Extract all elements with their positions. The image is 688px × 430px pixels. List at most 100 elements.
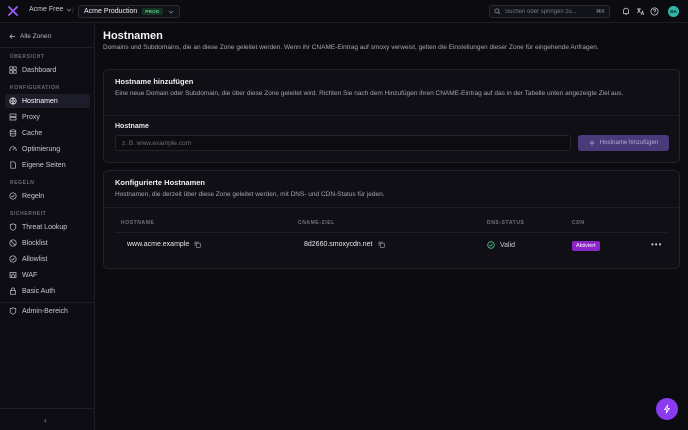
rules-icon <box>9 192 17 200</box>
dns-status-value: Valid <box>500 241 516 249</box>
hostname-input[interactable]: z. B. www.example.com <box>115 135 571 151</box>
sidebar-item-label: Threat Lookup <box>22 223 68 231</box>
arrow-left-icon <box>9 34 15 39</box>
environment-badge: PROD <box>142 8 163 15</box>
sidebar-item-blocklist[interactable]: Blocklist <box>5 236 90 250</box>
hostname-value: www.acme.example <box>127 241 190 248</box>
card-description: Eine neue Domain oder Subdomain, die übe… <box>115 90 624 97</box>
bell-icon[interactable] <box>622 7 630 16</box>
quick-action-button[interactable] <box>656 398 678 420</box>
plus-icon <box>589 140 595 146</box>
logo-icon[interactable] <box>8 6 18 16</box>
collapse-sidebar-button[interactable]: ‹ <box>44 416 47 425</box>
card-title: Konfigurierte Hostnamen <box>115 178 206 187</box>
sidebar-item-label: Cache <box>22 129 43 137</box>
sidebar-item-admin[interactable]: Admin-Bereich <box>5 304 90 318</box>
section-config: KONFIGURATION <box>10 85 60 91</box>
sidebar: Alle Zonen ÜBERSICHT Dashboard KONFIGURA… <box>0 24 95 430</box>
page-subtitle: Domains und Subdomains, die an diese Zon… <box>103 44 599 51</box>
breadcrumb-separator: / <box>72 6 75 15</box>
org-name: Acme Free <box>29 6 64 13</box>
back-to-zones-link[interactable]: Alle Zonen <box>9 33 51 40</box>
sidebar-item-hostnames[interactable]: Hostnamen <box>5 94 90 108</box>
sidebar-divider <box>0 408 95 409</box>
sidebar-item-threat-lookup[interactable]: Threat Lookup <box>5 220 90 234</box>
gauge-icon <box>9 146 17 152</box>
help-icon[interactable] <box>650 7 659 16</box>
copy-icon[interactable] <box>194 241 201 248</box>
sidebar-item-label: Basic Auth <box>22 287 56 295</box>
cdn-cell: Aktiviert <box>572 241 600 251</box>
search-input[interactable]: Suchen oder springen zu... ⌘K <box>489 5 610 18</box>
sidebar-item-label: Proxy <box>22 113 40 121</box>
sidebar-item-dashboard[interactable]: Dashboard <box>5 63 90 77</box>
add-hostname-card: Hostname hinzufügen Eine neue Domain ode… <box>103 69 680 163</box>
card-title: Hostname hinzufügen <box>115 77 194 86</box>
avatar[interactable]: DA <box>668 6 679 17</box>
database-icon <box>9 129 17 137</box>
column-header-hostname[interactable]: HOSTNAME <box>121 220 154 226</box>
chevron-down-icon <box>168 10 173 14</box>
search-icon <box>494 8 501 15</box>
sidebar-divider <box>0 302 95 303</box>
sidebar-item-rules[interactable]: Regeln <box>5 189 90 203</box>
server-icon <box>9 113 17 121</box>
sidebar-item-waf[interactable]: WAF <box>5 268 90 282</box>
zone-switcher[interactable]: Acme Production PROD <box>78 5 180 18</box>
back-label: Alle Zonen <box>20 33 52 40</box>
org-switcher[interactable]: Acme Free <box>29 6 72 13</box>
grid-icon <box>9 66 17 74</box>
lightning-icon <box>664 404 670 414</box>
sidebar-item-pages[interactable]: Eigene Seiten <box>5 158 90 172</box>
section-rules: REGELN <box>10 180 35 186</box>
column-header-cdn[interactable]: CDN <box>572 220 585 226</box>
hostname-cell: www.acme.example <box>127 241 201 248</box>
card-divider <box>104 207 679 208</box>
top-bar: Acme Free / Acme Production PROD Suchen … <box>0 0 688 23</box>
row-actions-more-icon[interactable]: ••• <box>651 240 662 249</box>
hostname-label: Hostname <box>115 123 149 130</box>
sidebar-item-proxy[interactable]: Proxy <box>5 110 90 124</box>
section-security: SICHERHEIT <box>10 211 47 217</box>
check-circle-icon <box>487 241 495 249</box>
sidebar-item-optimization[interactable]: Optimierung <box>5 142 90 156</box>
copy-icon[interactable] <box>378 241 385 248</box>
lock-icon <box>10 287 16 295</box>
shield-icon <box>9 223 17 231</box>
sidebar-item-label: Optimierung <box>22 145 61 153</box>
check-circle-icon <box>9 255 17 263</box>
column-header-cname[interactable]: CNAME-ZIEL <box>298 220 335 226</box>
section-overview: ÜBERSICHT <box>10 54 45 60</box>
cname-cell: 8d2660.smoxycdn.net <box>304 241 385 248</box>
column-header-dns-status[interactable]: DNS-STATUS <box>487 220 524 226</box>
card-description: Hostnamen, die derzeit über diese Zone g… <box>115 191 385 198</box>
sidebar-item-label: WAF <box>22 271 38 279</box>
dns-status-cell: Valid <box>487 241 515 249</box>
file-icon <box>10 161 16 169</box>
sidebar-item-label: Admin-Bereich <box>22 307 68 315</box>
card-divider <box>104 115 679 116</box>
sidebar-item-label: Eigene Seiten <box>22 161 66 169</box>
block-icon <box>9 239 17 247</box>
cname-value: 8d2660.smoxycdn.net <box>304 241 373 248</box>
page-title: Hostnamen <box>103 30 163 42</box>
search-shortcut: ⌘K <box>595 8 605 15</box>
sidebar-item-label: Hostnamen <box>22 97 58 105</box>
zone-name: Acme Production <box>84 8 138 15</box>
sidebar-divider <box>0 47 95 48</box>
sidebar-item-cache[interactable]: Cache <box>5 126 90 140</box>
configured-hostnames-card: Konfigurierte Hostnamen Hostnamen, die d… <box>103 170 680 269</box>
sidebar-item-label: Blocklist <box>22 239 48 247</box>
globe-icon <box>9 97 17 105</box>
translate-icon[interactable] <box>636 7 645 16</box>
sidebar-item-label: Allowlist <box>22 255 48 263</box>
add-hostname-button[interactable]: Hostname hinzufügen <box>578 135 669 151</box>
add-hostname-label: Hostname hinzufügen <box>599 140 659 146</box>
sidebar-item-label: Dashboard <box>22 66 57 74</box>
sidebar-item-basic-auth[interactable]: Basic Auth <box>5 284 90 298</box>
cdn-status-badge: Aktiviert <box>572 241 600 251</box>
sidebar-item-label: Regeln <box>22 192 45 200</box>
shield-icon <box>9 307 17 315</box>
sidebar-item-allowlist[interactable]: Allowlist <box>5 252 90 266</box>
firewall-icon <box>9 272 17 278</box>
